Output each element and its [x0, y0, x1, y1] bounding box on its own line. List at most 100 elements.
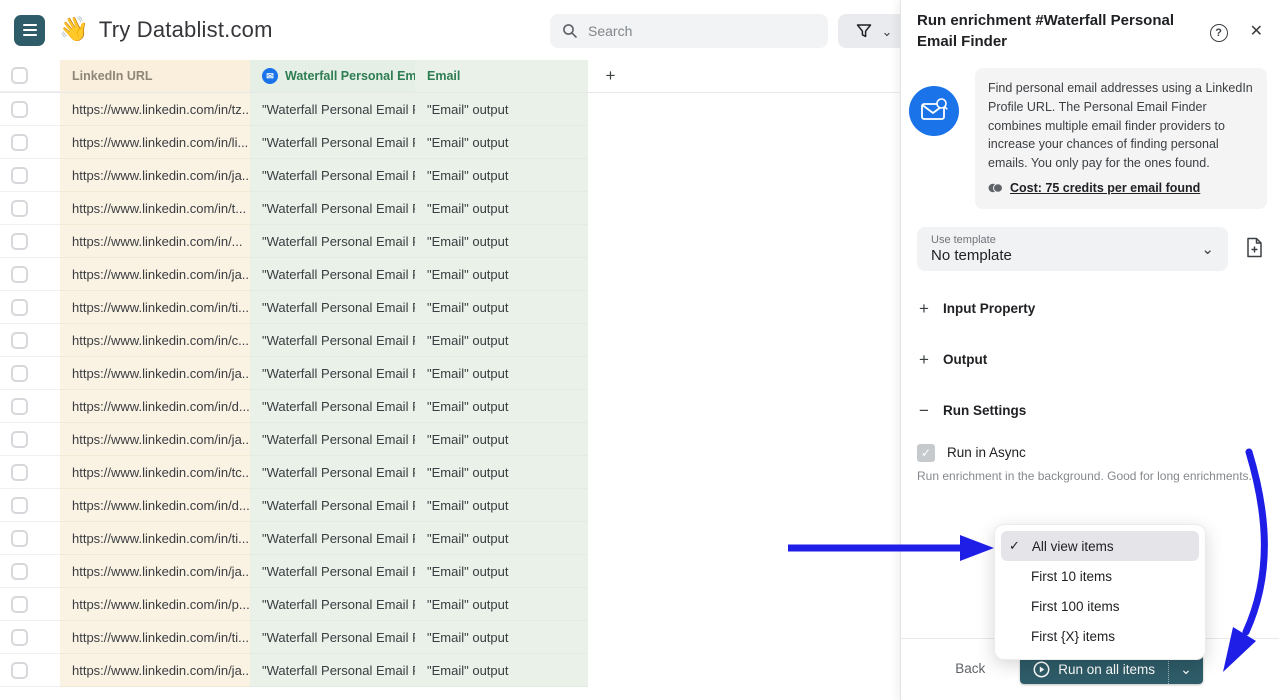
table-row[interactable]: https://www.linkedin.com/in/d... "Waterf…: [0, 489, 900, 522]
table-row[interactable]: https://www.linkedin.com/in/ja... "Water…: [0, 654, 900, 687]
cell-linkedin-url[interactable]: https://www.linkedin.com/in/ja...: [60, 258, 250, 291]
cell-linkedin-url[interactable]: https://www.linkedin.com/in/c...: [60, 324, 250, 357]
cell-email[interactable]: "Email" output: [415, 522, 588, 555]
cell-waterfall[interactable]: "Waterfall Personal Email Fi...: [250, 588, 415, 621]
cell-email[interactable]: "Email" output: [415, 93, 588, 126]
select-all-checkbox[interactable]: [11, 67, 28, 84]
save-as-template-button[interactable]: [1246, 237, 1263, 261]
add-column-button[interactable]: +: [588, 60, 633, 92]
dropdown-item[interactable]: First {X} items: [995, 621, 1205, 651]
cost-link[interactable]: Cost: 75 credits per email found: [1010, 179, 1200, 198]
cell-linkedin-url[interactable]: https://www.linkedin.com/in/d...: [60, 489, 250, 522]
cell-waterfall[interactable]: "Waterfall Personal Email Fi...: [250, 291, 415, 324]
table-row[interactable]: https://www.linkedin.com/in/ja... "Water…: [0, 258, 900, 291]
cell-linkedin-url[interactable]: https://www.linkedin.com/in/tc...: [60, 456, 250, 489]
row-checkbox[interactable]: [11, 464, 28, 481]
cell-linkedin-url[interactable]: https://www.linkedin.com/in/ja...: [60, 423, 250, 456]
row-checkbox[interactable]: [11, 530, 28, 547]
table-row[interactable]: https://www.linkedin.com/in/tz... "Water…: [0, 93, 900, 126]
cell-waterfall[interactable]: "Waterfall Personal Email Fi...: [250, 423, 415, 456]
table-row[interactable]: https://www.linkedin.com/in/ti... "Water…: [0, 291, 900, 324]
cell-email[interactable]: "Email" output: [415, 588, 588, 621]
cell-linkedin-url[interactable]: https://www.linkedin.com/in/ti...: [60, 522, 250, 555]
cell-email[interactable]: "Email" output: [415, 225, 588, 258]
table-row[interactable]: https://www.linkedin.com/in/ti... "Water…: [0, 522, 900, 555]
column-header-email[interactable]: Email: [415, 60, 588, 92]
row-checkbox[interactable]: [11, 134, 28, 151]
table-row[interactable]: https://www.linkedin.com/in/ja... "Water…: [0, 159, 900, 192]
cell-email[interactable]: "Email" output: [415, 621, 588, 654]
cell-waterfall[interactable]: "Waterfall Personal Email Fi...: [250, 489, 415, 522]
table-row[interactable]: https://www.linkedin.com/in/ja... "Water…: [0, 357, 900, 390]
row-checkbox[interactable]: [11, 431, 28, 448]
cell-email[interactable]: "Email" output: [415, 654, 588, 687]
cell-email[interactable]: "Email" output: [415, 555, 588, 588]
column-header-linkedin-url[interactable]: LinkedIn URL: [60, 60, 250, 92]
cell-linkedin-url[interactable]: https://www.linkedin.com/in/tz...: [60, 93, 250, 126]
row-checkbox[interactable]: [11, 101, 28, 118]
hamburger-menu-button[interactable]: [14, 15, 45, 46]
cell-waterfall[interactable]: "Waterfall Personal Email Fi...: [250, 324, 415, 357]
table-row[interactable]: https://www.linkedin.com/in/d... "Waterf…: [0, 390, 900, 423]
cell-waterfall[interactable]: "Waterfall Personal Email Fi...: [250, 654, 415, 687]
cell-linkedin-url[interactable]: https://www.linkedin.com/in/li...: [60, 126, 250, 159]
row-checkbox[interactable]: [11, 596, 28, 613]
row-checkbox[interactable]: [11, 629, 28, 646]
table-row[interactable]: https://www.linkedin.com/in/ti... "Water…: [0, 621, 900, 654]
cell-waterfall[interactable]: "Waterfall Personal Email Fi...: [250, 456, 415, 489]
cell-linkedin-url[interactable]: https://www.linkedin.com/in/ja...: [60, 357, 250, 390]
table-row[interactable]: https://www.linkedin.com/in/p... "Waterf…: [0, 588, 900, 621]
cell-waterfall[interactable]: "Waterfall Personal Email Fi...: [250, 159, 415, 192]
dropdown-item[interactable]: First 100 items: [995, 591, 1205, 621]
row-checkbox[interactable]: [11, 332, 28, 349]
cell-email[interactable]: "Email" output: [415, 324, 588, 357]
cell-linkedin-url[interactable]: https://www.linkedin.com/in/ti...: [60, 291, 250, 324]
cell-linkedin-url[interactable]: https://www.linkedin.com/in/p...: [60, 588, 250, 621]
table-row[interactable]: https://www.linkedin.com/in/... "Waterfa…: [0, 225, 900, 258]
row-checkbox[interactable]: [11, 497, 28, 514]
cell-email[interactable]: "Email" output: [415, 456, 588, 489]
row-checkbox[interactable]: [11, 662, 28, 679]
section-run-settings[interactable]: − Run Settings: [917, 401, 1263, 421]
cell-email[interactable]: "Email" output: [415, 357, 588, 390]
cell-email[interactable]: "Email" output: [415, 192, 588, 225]
table-row[interactable]: https://www.linkedin.com/in/tc... "Water…: [0, 456, 900, 489]
table-row[interactable]: https://www.linkedin.com/in/t... "Waterf…: [0, 192, 900, 225]
row-checkbox[interactable]: [11, 266, 28, 283]
row-checkbox[interactable]: [11, 398, 28, 415]
cell-linkedin-url[interactable]: https://www.linkedin.com/in/ja...: [60, 159, 250, 192]
cell-email[interactable]: "Email" output: [415, 489, 588, 522]
cell-waterfall[interactable]: "Waterfall Personal Email Fi...: [250, 522, 415, 555]
cell-waterfall[interactable]: "Waterfall Personal Email Fi...: [250, 258, 415, 291]
cell-linkedin-url[interactable]: https://www.linkedin.com/in/d...: [60, 390, 250, 423]
cell-email[interactable]: "Email" output: [415, 126, 588, 159]
table-row[interactable]: https://www.linkedin.com/in/c... "Waterf…: [0, 324, 900, 357]
cell-linkedin-url[interactable]: https://www.linkedin.com/in/...: [60, 225, 250, 258]
row-checkbox[interactable]: [11, 563, 28, 580]
search-input[interactable]: [588, 23, 788, 39]
cell-linkedin-url[interactable]: https://www.linkedin.com/in/t...: [60, 192, 250, 225]
cell-waterfall[interactable]: "Waterfall Personal Email Fi...: [250, 390, 415, 423]
dropdown-item[interactable]: ✓All view items: [1001, 531, 1199, 561]
cell-linkedin-url[interactable]: https://www.linkedin.com/in/ti...: [60, 621, 250, 654]
table-row[interactable]: https://www.linkedin.com/in/li... "Water…: [0, 126, 900, 159]
section-input-property[interactable]: + Input Property: [917, 299, 1263, 319]
cell-email[interactable]: "Email" output: [415, 390, 588, 423]
row-checkbox[interactable]: [11, 200, 28, 217]
close-icon[interactable]: ✕: [1250, 24, 1263, 40]
dropdown-item[interactable]: First 10 items: [995, 561, 1205, 591]
cell-email[interactable]: "Email" output: [415, 159, 588, 192]
cell-email[interactable]: "Email" output: [415, 258, 588, 291]
back-button[interactable]: Back: [951, 654, 989, 683]
table-row[interactable]: https://www.linkedin.com/in/ja... "Water…: [0, 423, 900, 456]
cell-linkedin-url[interactable]: https://www.linkedin.com/in/ja...: [60, 555, 250, 588]
column-header-waterfall[interactable]: ✉ Waterfall Personal Email...: [250, 60, 415, 92]
search-box[interactable]: [550, 14, 828, 48]
row-checkbox[interactable]: [11, 299, 28, 316]
section-output[interactable]: + Output: [917, 350, 1263, 370]
table-row[interactable]: https://www.linkedin.com/in/ja... "Water…: [0, 555, 900, 588]
cell-waterfall[interactable]: "Waterfall Personal Email Fi...: [250, 126, 415, 159]
cell-email[interactable]: "Email" output: [415, 423, 588, 456]
run-in-async-checkbox[interactable]: ✓: [917, 444, 935, 462]
cell-waterfall[interactable]: "Waterfall Personal Email Fi...: [250, 621, 415, 654]
